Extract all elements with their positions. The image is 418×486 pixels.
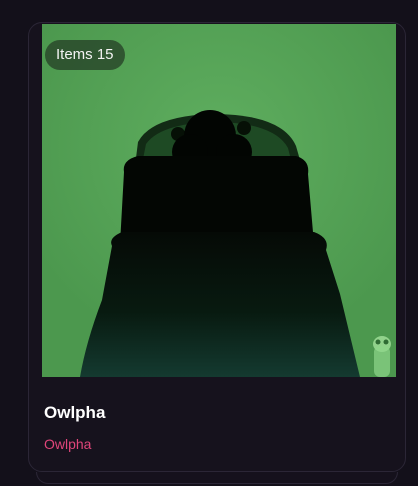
collection-title[interactable]: Owlpha	[44, 403, 105, 423]
collection-thumbnail[interactable]: Items 15	[42, 24, 396, 377]
collection-card[interactable]: Items 15 Owlpha Owlpha	[28, 22, 406, 472]
items-count-badge: Items 15	[45, 40, 125, 70]
creator-link[interactable]: Owlpha	[44, 436, 91, 452]
owl-silhouette-artwork	[42, 24, 396, 377]
card-stack-edge	[36, 472, 398, 484]
